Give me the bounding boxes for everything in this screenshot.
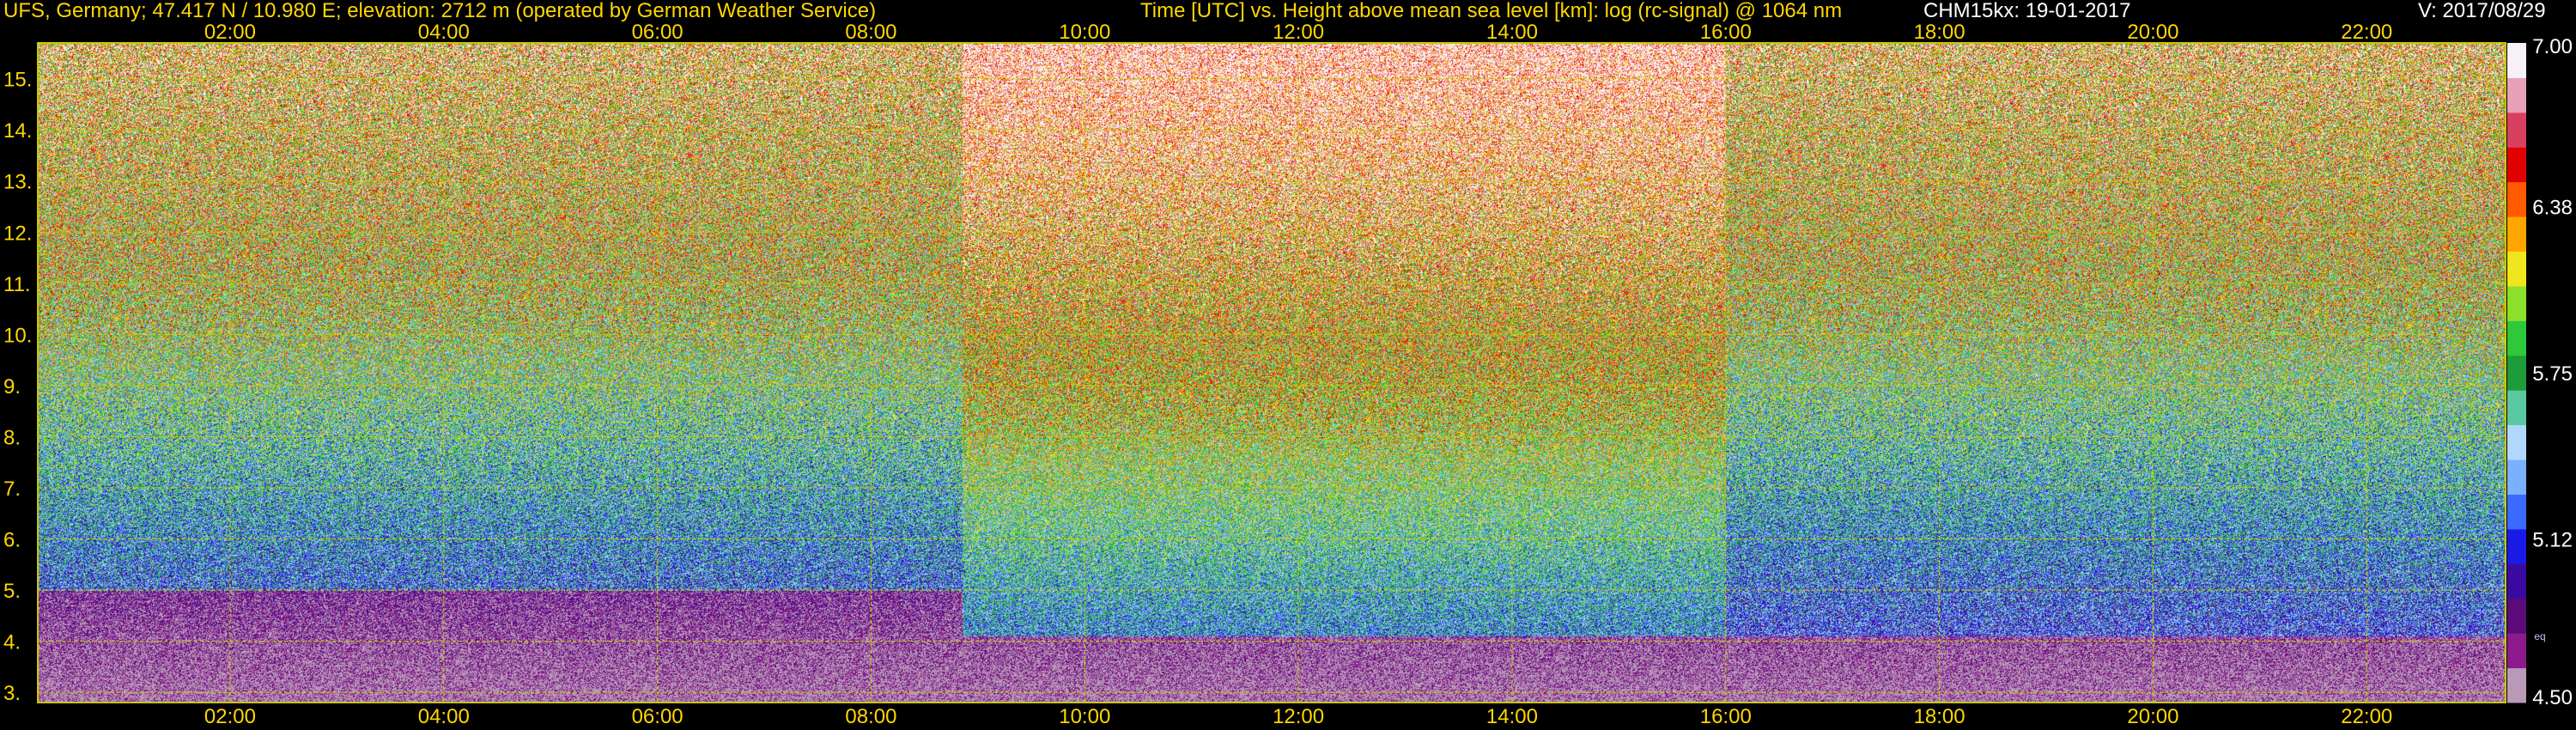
x-tick-label-top: 18:00 [1914,21,1965,44]
colorbar-segment [2507,43,2526,78]
x-tick-label-top: 08:00 [845,21,896,44]
y-tick-label: 8. [3,426,21,449]
y-tick-label: 12. [3,222,32,245]
colorbar-segment [2507,667,2526,703]
colorbar-segment [2507,147,2526,183]
colorbar-segment [2507,77,2526,113]
plot-frame [37,42,2506,703]
colorbar-segment [2507,633,2526,669]
y-tick-label: 4. [3,631,21,654]
colorbar-segment [2507,251,2526,287]
x-tick-label-bottom: 20:00 [2127,705,2178,728]
colorbar-segment [2507,390,2526,426]
colorbar-segment [2507,563,2526,599]
x-tick-label-top: 22:00 [2341,21,2392,44]
colorbar-unit-label: eq [2534,630,2545,642]
x-tick-label-top: 04:00 [418,21,470,44]
y-tick-label: 15. [3,69,32,92]
x-tick-label-bottom: 14:00 [1486,705,1538,728]
x-tick-label-bottom: 08:00 [845,705,896,728]
y-tick-label: 11. [3,273,31,296]
x-tick-label-bottom: 16:00 [1700,705,1752,728]
ceilometer-display: UFS, Germany; 47.417 N / 10.980 E; eleva… [0,0,2576,730]
colorbar-segment [2507,320,2526,356]
x-tick-label-bottom: 06:00 [632,705,683,728]
y-tick-label: 5. [3,580,21,603]
y-tick-label: 6. [3,528,21,551]
colorbar-tick-label: 7.00 [2532,35,2573,58]
y-tick-label: 10. [3,324,32,347]
x-tick-label-top: 20:00 [2127,21,2178,44]
colorbar-tick-label: 6.38 [2532,196,2573,219]
x-tick-label-top: 06:00 [632,21,683,44]
x-tick-label-top: 12:00 [1273,21,1324,44]
x-tick-label-bottom: 10:00 [1059,705,1110,728]
x-tick-label-bottom: 22:00 [2341,705,2392,728]
x-tick-label-top: 16:00 [1700,21,1752,44]
y-tick-label: 13. [3,171,32,194]
x-tick-label-top: 10:00 [1059,21,1110,44]
colorbar-segment [2507,216,2526,252]
colorbar-tick-label: 5.75 [2532,362,2573,386]
x-tick-label-top: 14:00 [1486,21,1538,44]
y-tick-label: 7. [3,478,21,501]
colorbar-segment [2507,528,2526,564]
colorbar-segment [2507,598,2526,634]
y-tick-label: 14. [3,119,32,143]
colorbar-segment [2507,285,2526,321]
x-tick-label-bottom: 18:00 [1914,705,1965,728]
y-tick-label: 9. [3,375,21,398]
colorbar-segment [2507,355,2526,391]
y-tick-label: 3. [3,682,21,705]
chart-overlay: 02:00 02:00 04:00 04:00 06:00 06:00 08:00 08:00… [3,21,2573,728]
colorbar-segment [2507,181,2526,217]
x-tick-label-bottom: 12:00 [1273,705,1324,728]
x-tick-label-bottom: 02:00 [204,705,256,728]
colorbar-tick-label: 4.50 [2532,686,2573,709]
colorbar-segment [2507,459,2526,495]
colorbar-segment [2507,424,2526,460]
x-tick-label-bottom: 04:00 [418,705,470,728]
colorbar-segment [2507,112,2526,148]
x-tick-label-top: 02:00 [204,21,256,44]
colorbar-segment [2507,494,2526,530]
colorbar-tick-label: 5.12 [2532,529,2573,552]
